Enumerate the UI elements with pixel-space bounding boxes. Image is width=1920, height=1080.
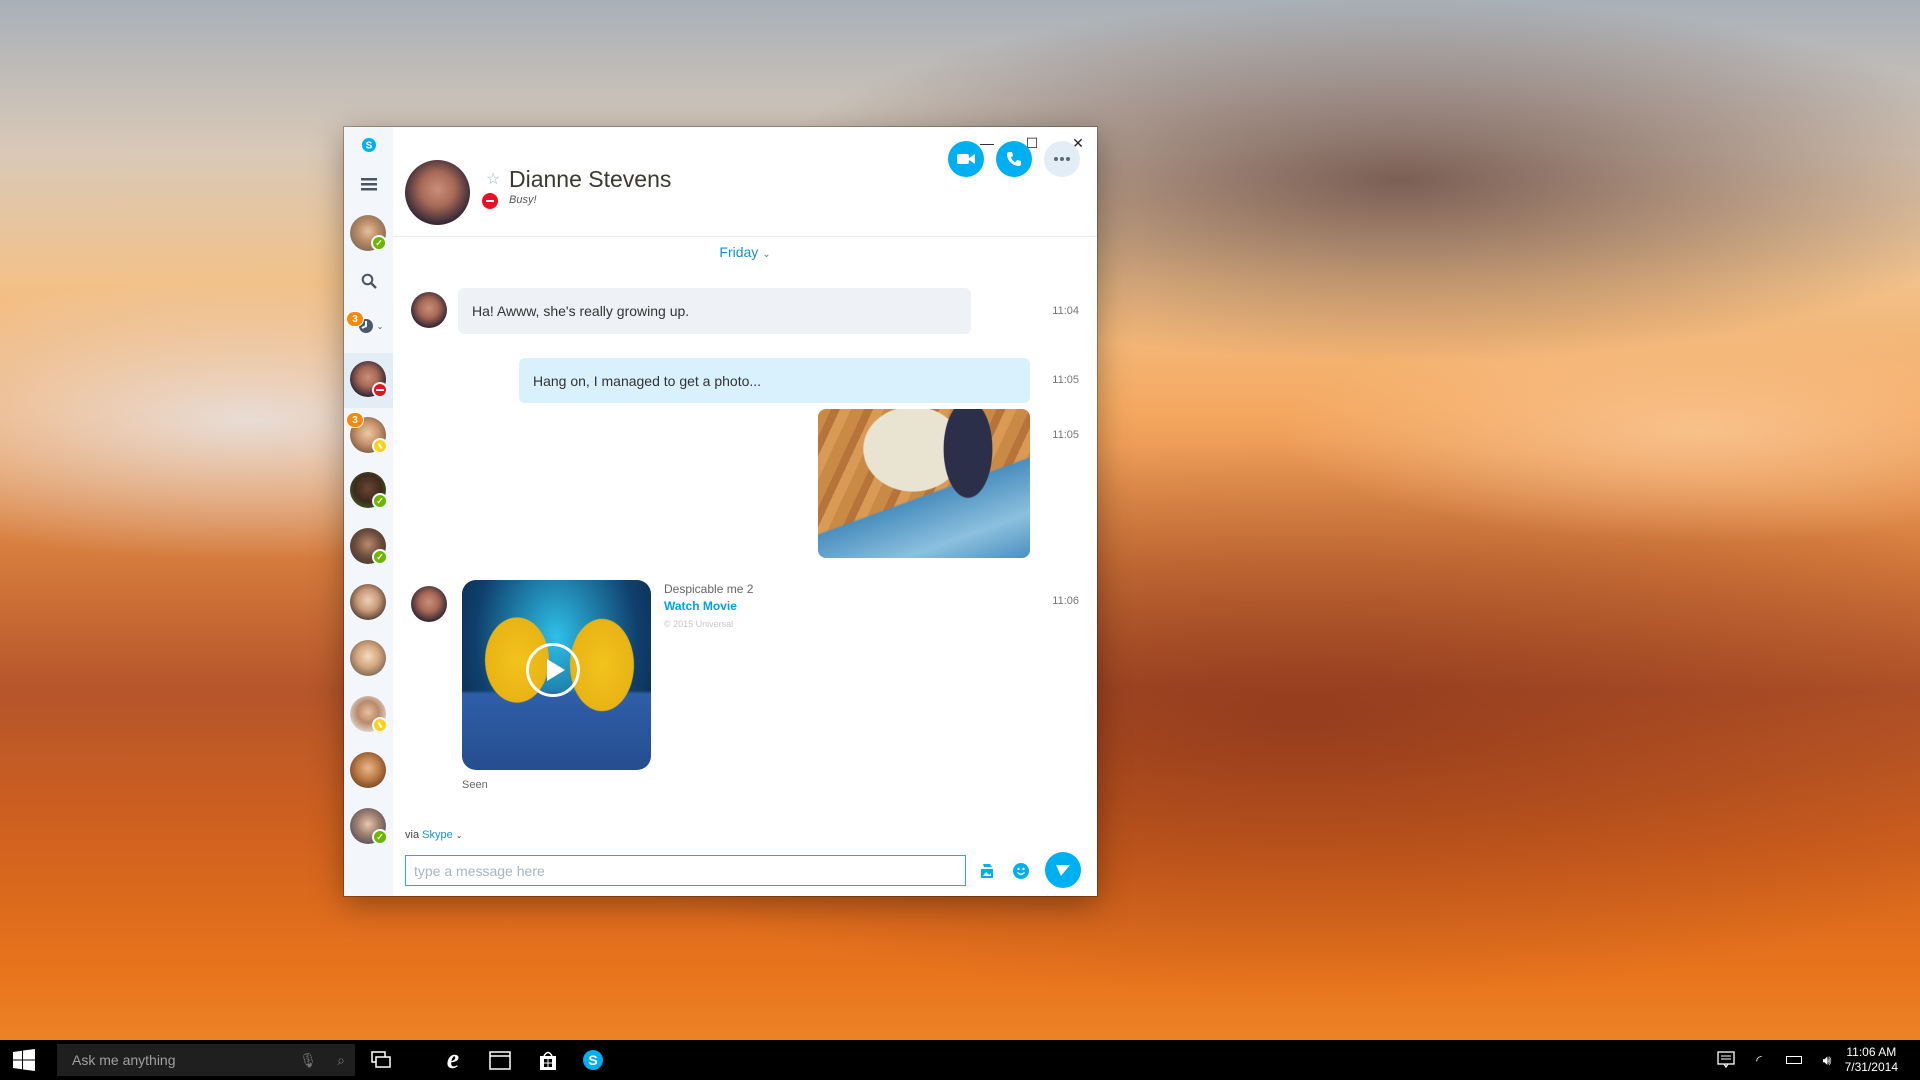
clock-date: 7/31/2014 <box>1844 1060 1898 1074</box>
contact-mood: Busy! <box>509 194 537 206</box>
contact-name: Dianne Stevens <box>509 166 672 192</box>
task-view-button[interactable] <box>361 1040 401 1080</box>
sidebar: S ✓ ⌄ 3 3 ✓ ✓ ✓ <box>344 127 393 896</box>
sidebar-contact-5[interactable] <box>344 581 393 623</box>
message-time: 11:05 <box>1052 429 1079 441</box>
day-label: Friday <box>719 244 759 260</box>
message-text: Hang on, I managed to get a photo... <box>533 372 762 389</box>
search-icon <box>361 273 377 289</box>
recents-badge: 3 <box>346 311 364 327</box>
start-button[interactable] <box>4 1040 44 1080</box>
message-time: 11:06 <box>1052 595 1079 607</box>
task-view-icon <box>371 1051 391 1068</box>
chevron-down-icon: ⌄ <box>762 249 771 260</box>
sidebar-contact-8[interactable] <box>344 749 393 791</box>
shared-photo[interactable] <box>818 409 1030 558</box>
sidebar-contact-dianne-stevens[interactable] <box>344 358 393 400</box>
contact-avatar <box>350 640 386 676</box>
microphone-icon[interactable]: 🎙︎ <box>299 1052 317 1069</box>
via-selector[interactable]: via Skype ⌄ <box>405 829 462 841</box>
svg-text:S: S <box>365 141 372 152</box>
skype-window: S ✓ ⌄ 3 3 ✓ ✓ ✓ — ☐ ✕ ☆ Dianne Stevens Busy… <box>344 127 1097 896</box>
busy-status-icon <box>372 382 388 398</box>
online-status-icon: ✓ <box>372 829 388 845</box>
sidebar-contact-4[interactable]: ✓ <box>344 525 393 567</box>
system-clock[interactable]: 11:06 AM 7/31/2014 <box>1845 1045 1898 1075</box>
send-button[interactable] <box>1045 852 1081 888</box>
seen-indicator: Seen <box>462 779 488 791</box>
clock-time: 11:06 AM <box>1846 1045 1897 1059</box>
sender-avatar[interactable] <box>411 292 447 328</box>
cortana-search-box[interactable]: Ask me anything 🎙︎ ⌕ <box>57 1044 355 1076</box>
busy-status-icon <box>482 193 498 209</box>
chevron-down-icon: ⌄ <box>455 831 463 840</box>
store-icon[interactable] <box>528 1040 568 1080</box>
edge-browser-icon[interactable]: e <box>433 1040 473 1080</box>
more-options-button[interactable] <box>1044 141 1080 177</box>
audio-call-button[interactable] <box>996 141 1032 177</box>
video-camera-icon <box>957 154 975 164</box>
sidebar-contact-9[interactable]: ✓ <box>344 805 393 847</box>
unread-badge: 3 <box>346 412 364 428</box>
network-icon[interactable]: ◜ <box>1739 1040 1779 1080</box>
header-divider <box>393 236 1097 237</box>
svg-text:S: S <box>588 1052 597 1068</box>
away-status-icon <box>372 717 388 733</box>
smiley-icon <box>1013 863 1029 879</box>
sidebar-contact-6[interactable] <box>344 637 393 679</box>
video-call-button[interactable] <box>948 141 984 177</box>
sidebar-contact-7[interactable] <box>344 693 393 735</box>
volume-icon[interactable]: 🔊︎ <box>1807 1040 1847 1080</box>
search-button[interactable] <box>344 270 393 292</box>
via-label: via <box>405 829 420 841</box>
message-time: 11:04 <box>1052 305 1079 317</box>
day-selector[interactable]: Friday ⌄ <box>344 244 1097 260</box>
skype-taskbar-icon[interactable]: S <box>573 1040 613 1080</box>
emoticon-button[interactable] <box>1012 862 1030 880</box>
message-input[interactable] <box>405 855 966 886</box>
message-text: Ha! Awww, she's really growing up. <box>472 303 690 319</box>
menu-button[interactable] <box>344 174 393 194</box>
phone-icon <box>1007 152 1021 166</box>
play-icon[interactable] <box>526 643 580 697</box>
message-bubble: Ha! Awww, she's really growing up. <box>458 288 971 334</box>
skype-logo: S <box>344 135 393 155</box>
contact-avatar <box>350 584 386 620</box>
search-icon[interactable]: ⌕ <box>337 1052 345 1069</box>
search-placeholder: Ask me anything <box>72 1052 176 1068</box>
share-media-button[interactable] <box>978 862 996 880</box>
via-service: Skype <box>422 829 453 841</box>
sidebar-contact-2[interactable]: 3 <box>344 412 393 456</box>
sender-avatar[interactable] <box>411 586 447 622</box>
more-dots-icon <box>1054 157 1070 161</box>
recents-button[interactable]: ⌄ 3 <box>344 311 393 339</box>
send-arrow-icon <box>1056 865 1070 876</box>
file-explorer-icon[interactable] <box>480 1040 520 1080</box>
away-status-icon <box>372 438 388 454</box>
movie-title: Despicable me 2 <box>664 582 754 596</box>
movie-thumbnail[interactable] <box>462 580 651 770</box>
chevron-down-icon: ⌄ <box>376 321 384 331</box>
image-share-icon <box>981 864 993 878</box>
watch-movie-link[interactable]: Watch Movie <box>664 599 737 613</box>
sidebar-contact-3[interactable]: ✓ <box>344 469 393 511</box>
taskbar: Ask me anything 🎙︎ ⌕ e S ◜ 🔊︎ 11:06 AM 7… <box>0 1040 1920 1080</box>
contact-avatar[interactable] <box>405 160 470 225</box>
windows-logo-icon <box>13 1049 35 1071</box>
hamburger-icon <box>360 178 377 191</box>
movie-copyright: © 2015 Universal <box>664 619 734 629</box>
online-status-icon: ✓ <box>372 493 388 509</box>
message-bubble: Hang on, I managed to get a photo... <box>519 358 1030 403</box>
online-status-icon: ✓ <box>372 549 388 565</box>
favorite-star-icon[interactable]: ☆ <box>486 169 500 189</box>
message-time: 11:05 <box>1052 374 1079 386</box>
contact-avatar <box>350 752 386 788</box>
